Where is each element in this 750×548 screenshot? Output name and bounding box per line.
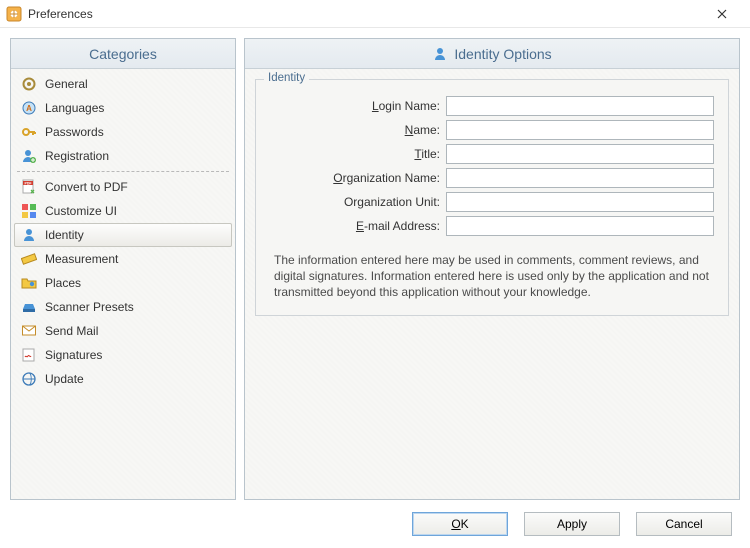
sidebar-item-label: Measurement [45, 252, 118, 266]
svg-text:PDF: PDF [25, 182, 33, 186]
identity-fieldset: Identity Login Name: Name: Title: Organi… [255, 79, 729, 316]
person-icon [432, 46, 448, 62]
dialog-footer: OK Apply Cancel [0, 500, 750, 548]
row-org-name: Organization Name: [270, 168, 714, 188]
categories-list: General A Languages Passwords Registrati… [11, 69, 235, 394]
apply-button[interactable]: Apply [524, 512, 620, 536]
palette-icon [21, 203, 37, 219]
sidebar-item-measurement[interactable]: Measurement [14, 247, 232, 271]
main-header: Identity Options [245, 39, 739, 69]
categories-header: Categories [11, 39, 235, 69]
label-name: Name: [270, 123, 446, 137]
label-title: Title: [270, 147, 446, 161]
sidebar-item-send-mail[interactable]: Send Mail [14, 319, 232, 343]
pdf-icon: PDF [21, 179, 37, 195]
globe-a-icon: A [21, 100, 37, 116]
input-org-name[interactable] [446, 168, 714, 188]
sidebar-item-label: Update [45, 372, 84, 386]
sidebar-item-places[interactable]: Places [14, 271, 232, 295]
sidebar-item-convert-to-pdf[interactable]: PDF Convert to PDF [14, 175, 232, 199]
signature-icon [21, 347, 37, 363]
row-name: Name: [270, 120, 714, 140]
window-title: Preferences [28, 7, 93, 21]
identity-legend: Identity [264, 72, 309, 84]
input-email[interactable] [446, 216, 714, 236]
sidebar-divider [17, 171, 229, 172]
input-org-unit[interactable] [446, 192, 714, 212]
sidebar-item-label: Languages [45, 101, 104, 115]
person-icon [21, 227, 37, 243]
sidebar-item-label: General [45, 77, 88, 91]
row-email: E-mail Address: [270, 216, 714, 236]
sidebar-item-label: Convert to PDF [45, 180, 128, 194]
ok-button[interactable]: OK [412, 512, 508, 536]
sidebar-item-label: Signatures [45, 348, 102, 362]
sidebar-item-identity[interactable]: Identity [14, 223, 232, 247]
sidebar-item-languages[interactable]: A Languages [14, 96, 232, 120]
scanner-icon [21, 299, 37, 315]
window-close-button[interactable] [700, 0, 744, 28]
sidebar-item-label: Send Mail [45, 324, 98, 338]
sidebar-item-label: Passwords [45, 125, 104, 139]
sidebar-item-label: Registration [45, 149, 109, 163]
content-area: Categories General A Languages Passwords [0, 28, 750, 500]
main-body: Identity Login Name: Name: Title: Organi… [245, 69, 739, 499]
label-org-name: Organization Name: [270, 171, 446, 185]
sidebar-item-general[interactable]: General [14, 72, 232, 96]
row-org-unit: Organization Unit: [270, 192, 714, 212]
input-name[interactable] [446, 120, 714, 140]
sidebar-item-scanner-presets[interactable]: Scanner Presets [14, 295, 232, 319]
sidebar-item-label: Places [45, 276, 81, 290]
sidebar-item-customize-ui[interactable]: Customize UI [14, 199, 232, 223]
sidebar-item-label: Customize UI [45, 204, 117, 218]
sidebar-item-registration[interactable]: Registration [14, 144, 232, 168]
identity-description: The information entered here may be used… [270, 240, 714, 301]
globe-refresh-icon [21, 371, 37, 387]
gear-icon [21, 76, 37, 92]
input-title[interactable] [446, 144, 714, 164]
label-org-unit: Organization Unit: [270, 195, 446, 209]
main-panel: Identity Options Identity Login Name: Na… [244, 38, 740, 500]
label-email: E-mail Address: [270, 219, 446, 233]
categories-panel: Categories General A Languages Passwords [10, 38, 236, 500]
categories-body: General A Languages Passwords Registrati… [11, 69, 235, 499]
svg-text:A: A [26, 104, 32, 113]
mail-icon [21, 323, 37, 339]
label-login-name: Login Name: [270, 99, 446, 113]
user-plus-icon [21, 148, 37, 164]
sidebar-item-passwords[interactable]: Passwords [14, 120, 232, 144]
row-title: Title: [270, 144, 714, 164]
key-icon [21, 124, 37, 140]
sidebar-item-label: Identity [45, 228, 84, 242]
main-title: Identity Options [454, 46, 551, 62]
sidebar-item-label: Scanner Presets [45, 300, 134, 314]
ruler-icon [21, 251, 37, 267]
row-login-name: Login Name: [270, 96, 714, 116]
sidebar-item-signatures[interactable]: Signatures [14, 343, 232, 367]
folder-pin-icon [21, 275, 37, 291]
input-login-name[interactable] [446, 96, 714, 116]
categories-title: Categories [89, 46, 157, 62]
titlebar: Preferences [0, 0, 750, 28]
cancel-button[interactable]: Cancel [636, 512, 732, 536]
sidebar-item-update[interactable]: Update [14, 367, 232, 391]
app-icon [6, 6, 22, 22]
